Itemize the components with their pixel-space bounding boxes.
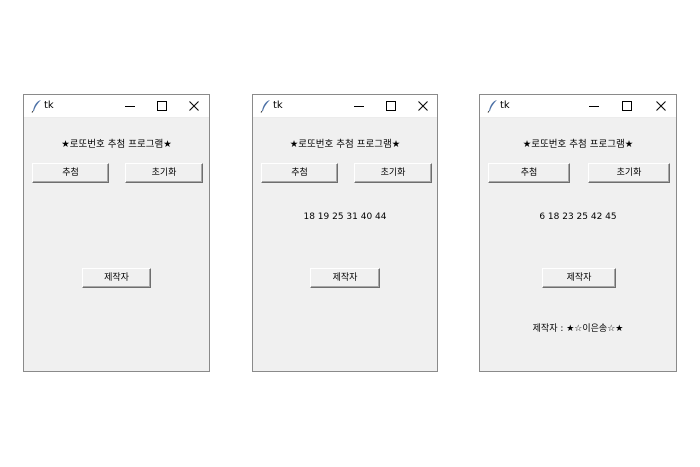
close-button[interactable]: [181, 95, 207, 117]
tk-feather-icon: [487, 100, 497, 113]
program-heading: ★로또번호 추첨 프로그램★: [522, 139, 634, 150]
window-title: tk: [500, 100, 510, 111]
lotto-numbers: 18 19 25 31 40 44: [303, 212, 387, 222]
draw-button[interactable]: 추첨: [488, 163, 570, 183]
maker-button[interactable]: 제작자: [82, 268, 151, 288]
minimize-button[interactable]: [346, 95, 372, 117]
program-heading: ★로또번호 추첨 프로그램★: [289, 139, 401, 150]
close-icon: [656, 101, 666, 111]
close-icon: [189, 101, 199, 111]
reset-button[interactable]: 초기화: [125, 163, 203, 183]
maximize-icon: [386, 101, 396, 111]
draw-button[interactable]: 추첨: [32, 163, 109, 183]
maximize-button[interactable]: [378, 95, 404, 117]
title-bar[interactable]: tk: [480, 95, 676, 118]
maker-button[interactable]: 제작자: [310, 268, 380, 288]
minimize-icon: [354, 106, 364, 107]
tk-feather-icon: [260, 100, 270, 113]
draw-button[interactable]: 추첨: [261, 163, 338, 183]
maker-credit: 제작자 : ★☆이은송☆★: [532, 324, 624, 334]
maximize-button[interactable]: [614, 95, 640, 117]
maximize-icon: [622, 101, 632, 111]
tk-window-1: tk ★로또번호 추첨 프로그램★ 추첨 초기화 제작자: [23, 94, 210, 372]
title-bar[interactable]: tk: [24, 95, 209, 118]
minimize-button[interactable]: [581, 95, 607, 117]
reset-button[interactable]: 초기화: [588, 163, 670, 183]
window-title: tk: [44, 100, 54, 111]
maker-button[interactable]: 제작자: [542, 268, 616, 288]
window-title: tk: [273, 100, 283, 111]
tk-window-2: tk ★로또번호 추첨 프로그램★ 추첨 초기화 18 19 25 31 40 …: [252, 94, 438, 372]
tk-window-3: tk ★로또번호 추첨 프로그램★ 추첨 초기화 6 18 23 25 42 4…: [479, 94, 677, 372]
minimize-icon: [125, 106, 135, 107]
minimize-button[interactable]: [117, 95, 143, 117]
title-bar[interactable]: tk: [253, 95, 437, 118]
lotto-numbers: 6 18 23 25 42 45: [539, 212, 617, 222]
close-button[interactable]: [648, 95, 674, 117]
tk-feather-icon: [31, 100, 41, 113]
reset-button[interactable]: 초기화: [354, 163, 432, 183]
maximize-icon: [157, 101, 167, 111]
close-button[interactable]: [410, 95, 436, 117]
close-icon: [418, 101, 428, 111]
maximize-button[interactable]: [149, 95, 175, 117]
minimize-icon: [589, 106, 599, 107]
program-heading: ★로또번호 추첨 프로그램★: [61, 139, 172, 150]
